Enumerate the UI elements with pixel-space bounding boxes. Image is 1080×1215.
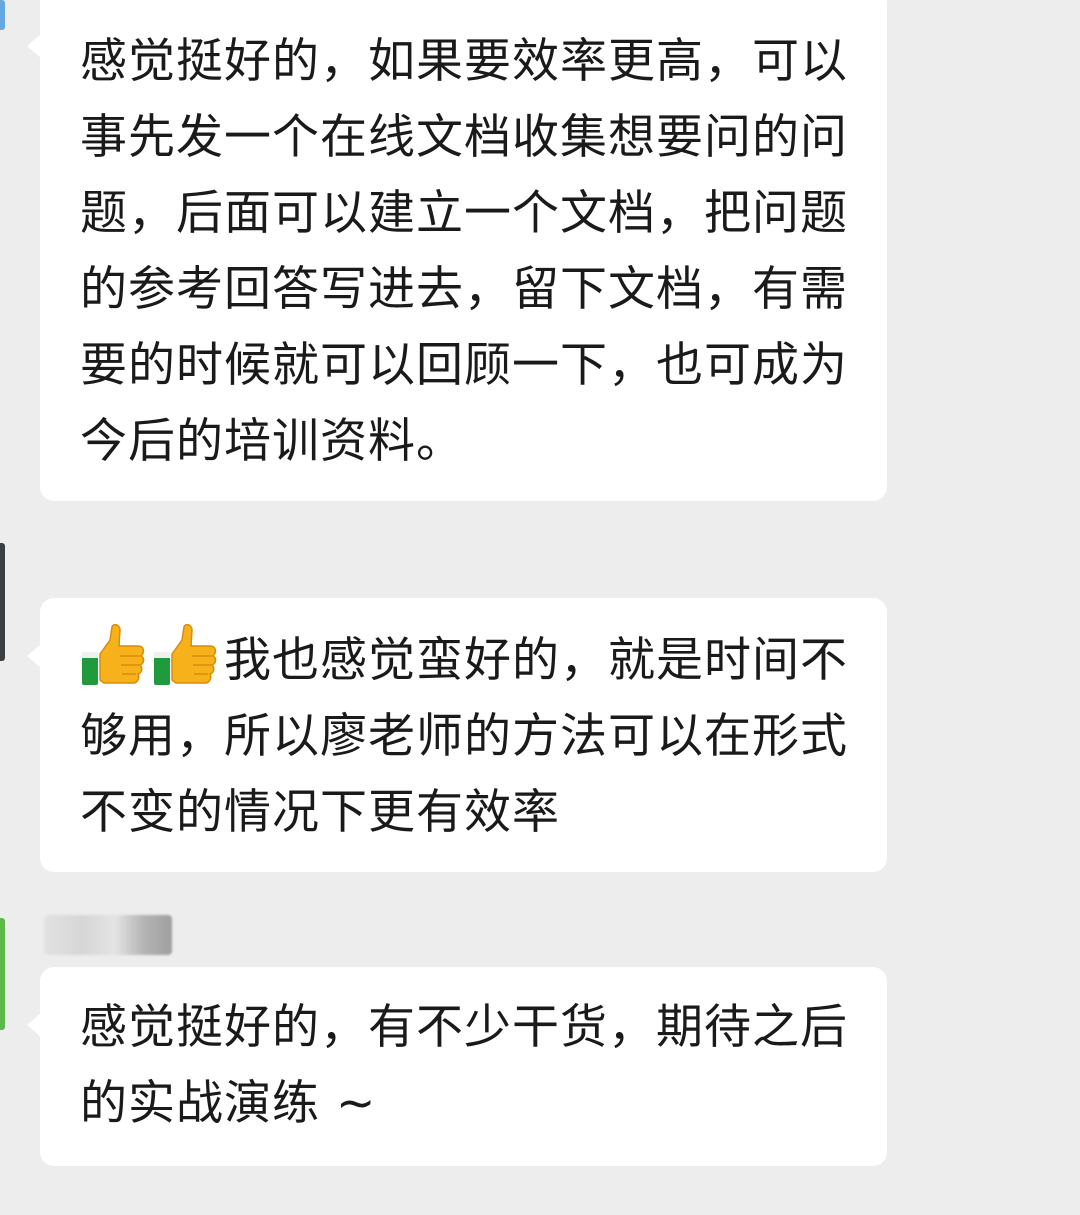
thumbs-up-icon <box>152 622 218 688</box>
message-text: 感觉挺好的，有不少干货，期待之后的实战演练 ~ <box>80 1000 848 1131</box>
avatar[interactable] <box>0 0 5 30</box>
avatar[interactable] <box>0 918 5 1030</box>
message-text: 感觉挺好的，如果要效率更高，可以事先发一个在线文档收集想要问的问题，后面可以建立… <box>80 34 848 469</box>
avatar[interactable] <box>0 543 5 661</box>
thumbs-up-icon <box>80 622 146 688</box>
message-bubble[interactable]: 感觉挺好的，如果要效率更高，可以事先发一个在线文档收集想要问的问题，后面可以建立… <box>27 0 887 501</box>
message-bubble[interactable]: 我也感觉蛮好的，就是时间不够用，所以廖老师的方法可以在形式不变的情况下更有效率 <box>27 598 887 872</box>
message-bubble[interactable]: 感觉挺好的，有不少干货，期待之后的实战演练 ~ <box>27 967 887 1166</box>
sender-name-blurred <box>44 915 172 955</box>
message-text: 我也感觉蛮好的，就是时间不够用，所以廖老师的方法可以在形式不变的情况下更有效率 <box>80 598 857 851</box>
